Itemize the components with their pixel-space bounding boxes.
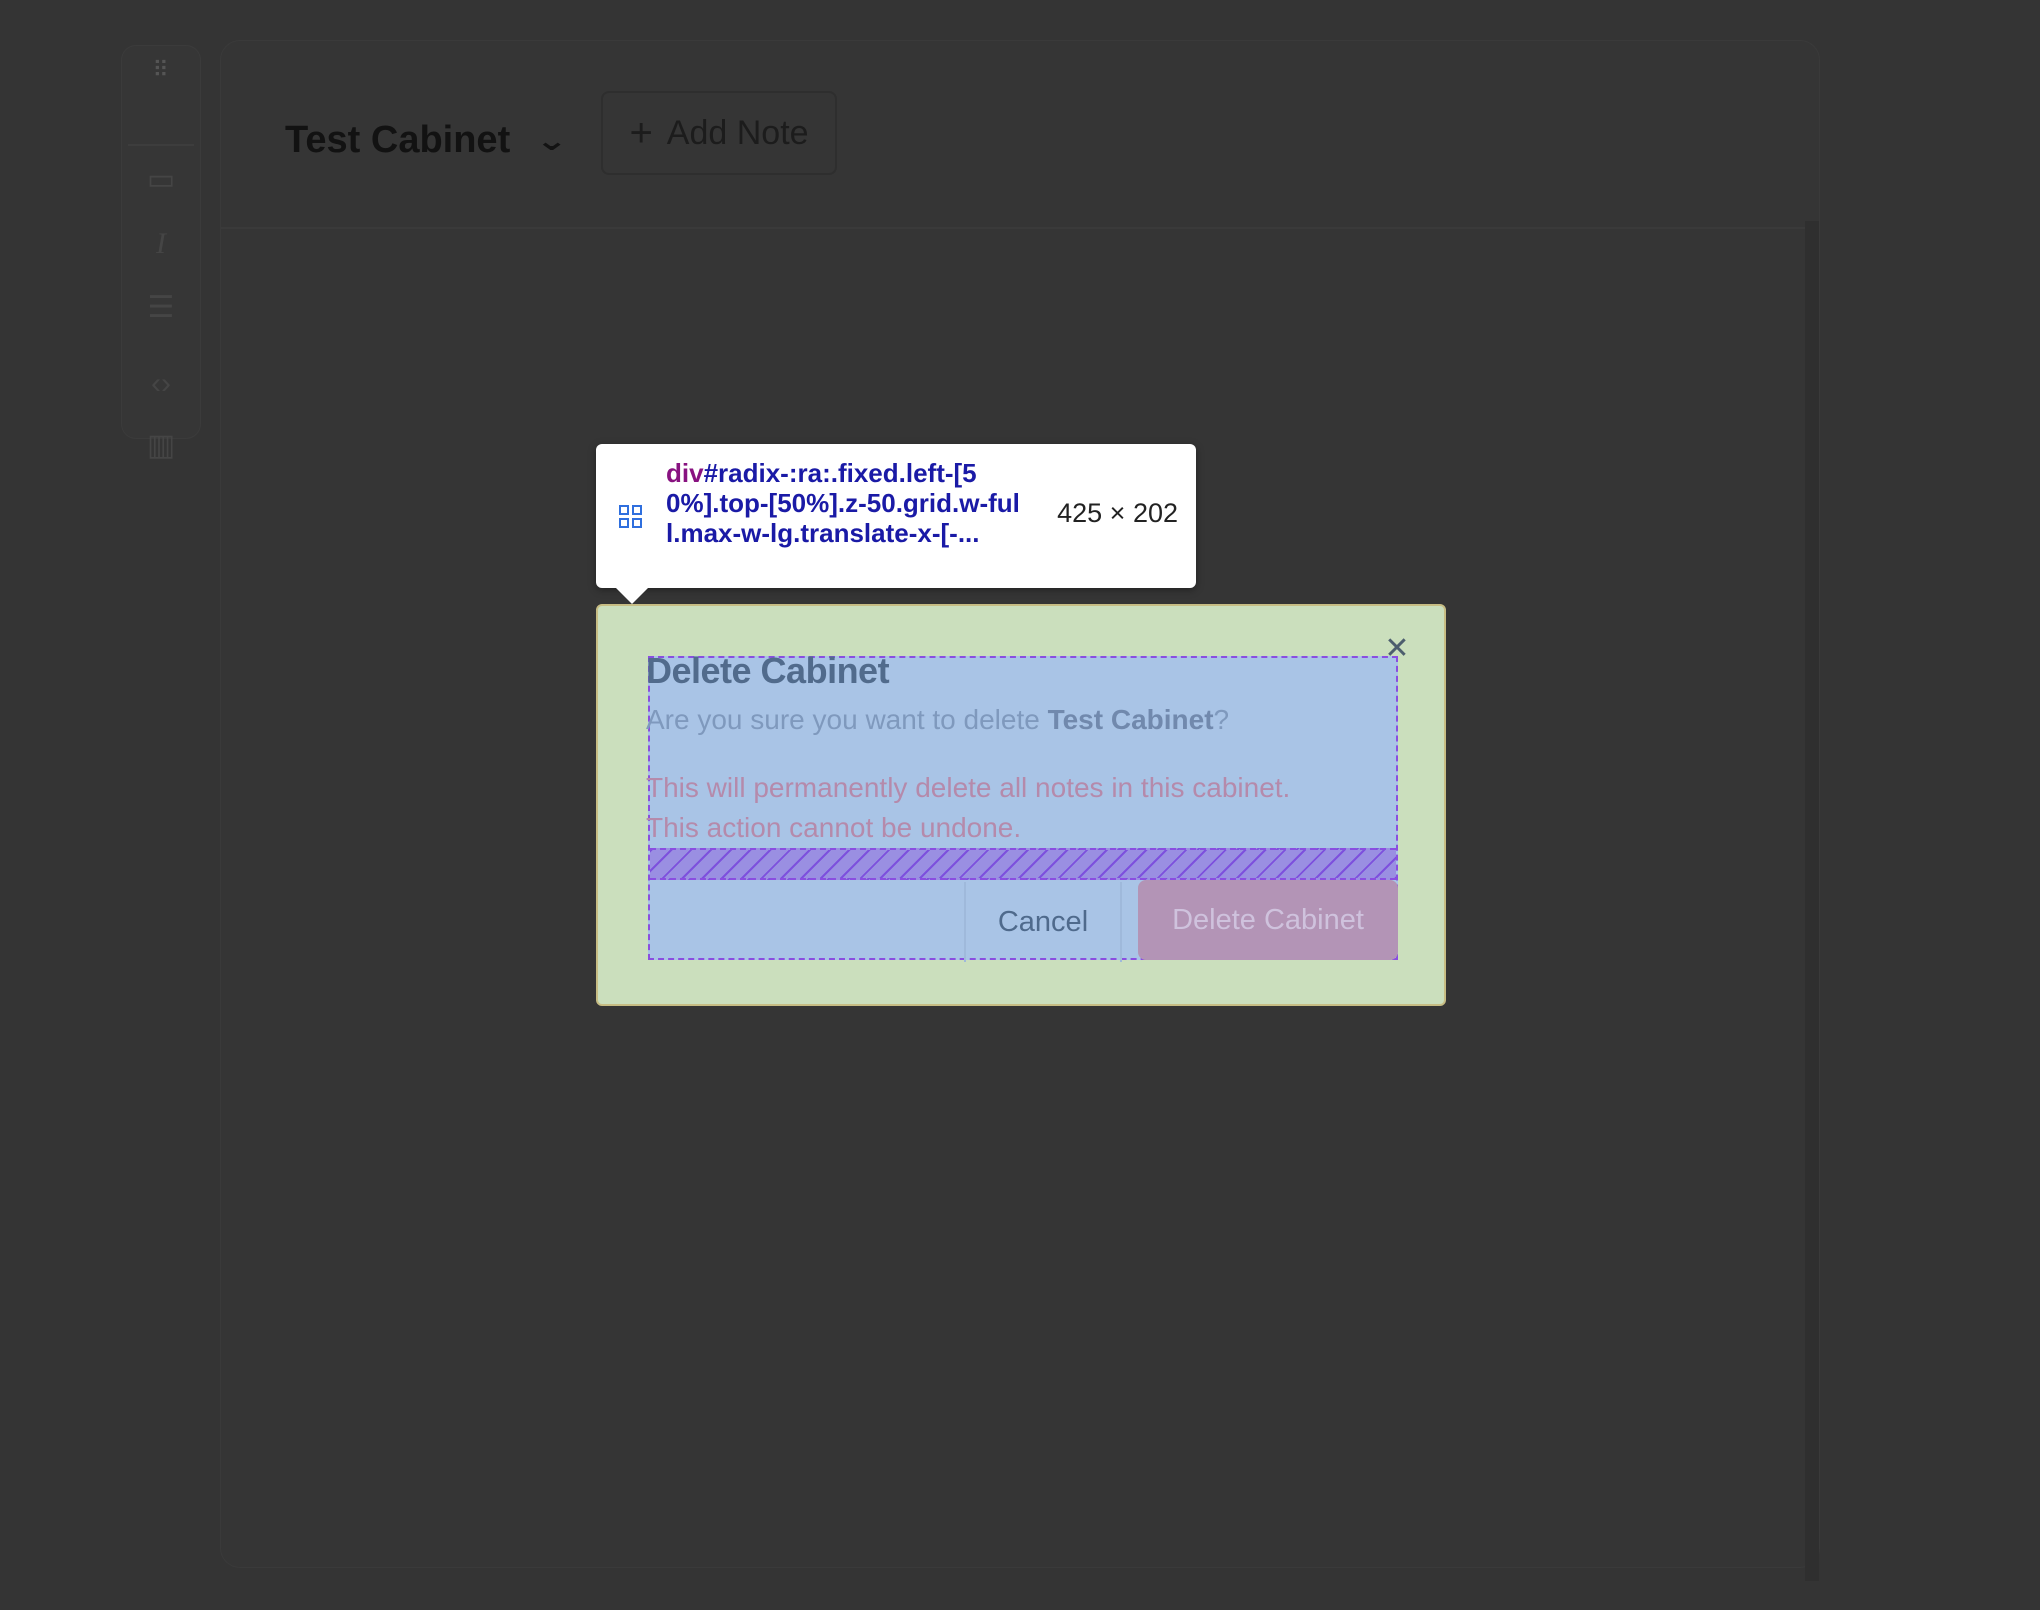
add-note-button[interactable]: + Add Note xyxy=(601,91,837,175)
cabinet-name-emphasis: Test Cabinet xyxy=(1047,704,1214,735)
toolbar-divider xyxy=(128,144,194,146)
grid-gap-highlight xyxy=(650,848,1396,880)
selector-tag: div xyxy=(666,458,704,488)
dialog-description: Are you sure you want to delete Test Cab… xyxy=(646,704,1229,736)
add-note-label: Add Note xyxy=(666,113,809,152)
note-icon[interactable]: ▭ xyxy=(122,158,200,202)
cabinet-name: Test Cabinet xyxy=(285,118,511,161)
warning-line-2: This action cannot be undone. xyxy=(646,812,1022,843)
code-icon[interactable]: ‹› xyxy=(122,362,200,406)
italic-icon[interactable]: I xyxy=(122,222,200,266)
selector-path: #radix-:ra:.fixed.left-[50%].top-[50%].z… xyxy=(666,458,1020,548)
chevron-down-icon: ⌄ xyxy=(535,124,569,156)
scrollbar[interactable] xyxy=(1805,221,1819,1581)
plus-icon: + xyxy=(629,111,653,155)
close-icon[interactable]: ✕ xyxy=(1384,634,1410,664)
formatting-toolbar: ⠿ ▭ I ☰ ‹› ▥ xyxy=(122,46,200,462)
grid-layout-icon xyxy=(619,505,642,528)
drag-handle-icon[interactable]: ⠿ xyxy=(122,59,200,81)
cancel-button[interactable]: Cancel xyxy=(964,882,1122,962)
element-selector: div#radix-:ra:.fixed.left-[50%].top-[50%… xyxy=(666,458,1028,548)
description-suffix: ? xyxy=(1213,704,1230,735)
dialog-title: Delete Cabinet xyxy=(646,650,890,691)
element-dimensions: 425 × 202 xyxy=(1057,498,1178,528)
delete-cabinet-dialog: ✕ Delete Cabinet Are you sure you want t… xyxy=(596,604,1446,1006)
tooltip-arrow xyxy=(616,588,648,604)
cabinet-selector[interactable]: Test Cabinet ⌄ xyxy=(285,107,568,173)
warning-line-1: This will permanently delete all notes i… xyxy=(646,772,1291,803)
dialog-warning: This will permanently delete all notes i… xyxy=(646,768,1366,848)
description-text: Are you sure you want to delete xyxy=(646,704,1048,735)
list-icon[interactable]: ☰ xyxy=(122,286,200,330)
delete-cabinet-button[interactable]: Delete Cabinet xyxy=(1138,880,1398,960)
inspector-tooltip: div#radix-:ra:.fixed.left-[50%].top-[50%… xyxy=(596,444,1196,604)
app-header: Test Cabinet ⌄ + Add Note xyxy=(221,41,1805,229)
columns-icon[interactable]: ▥ xyxy=(122,424,200,468)
